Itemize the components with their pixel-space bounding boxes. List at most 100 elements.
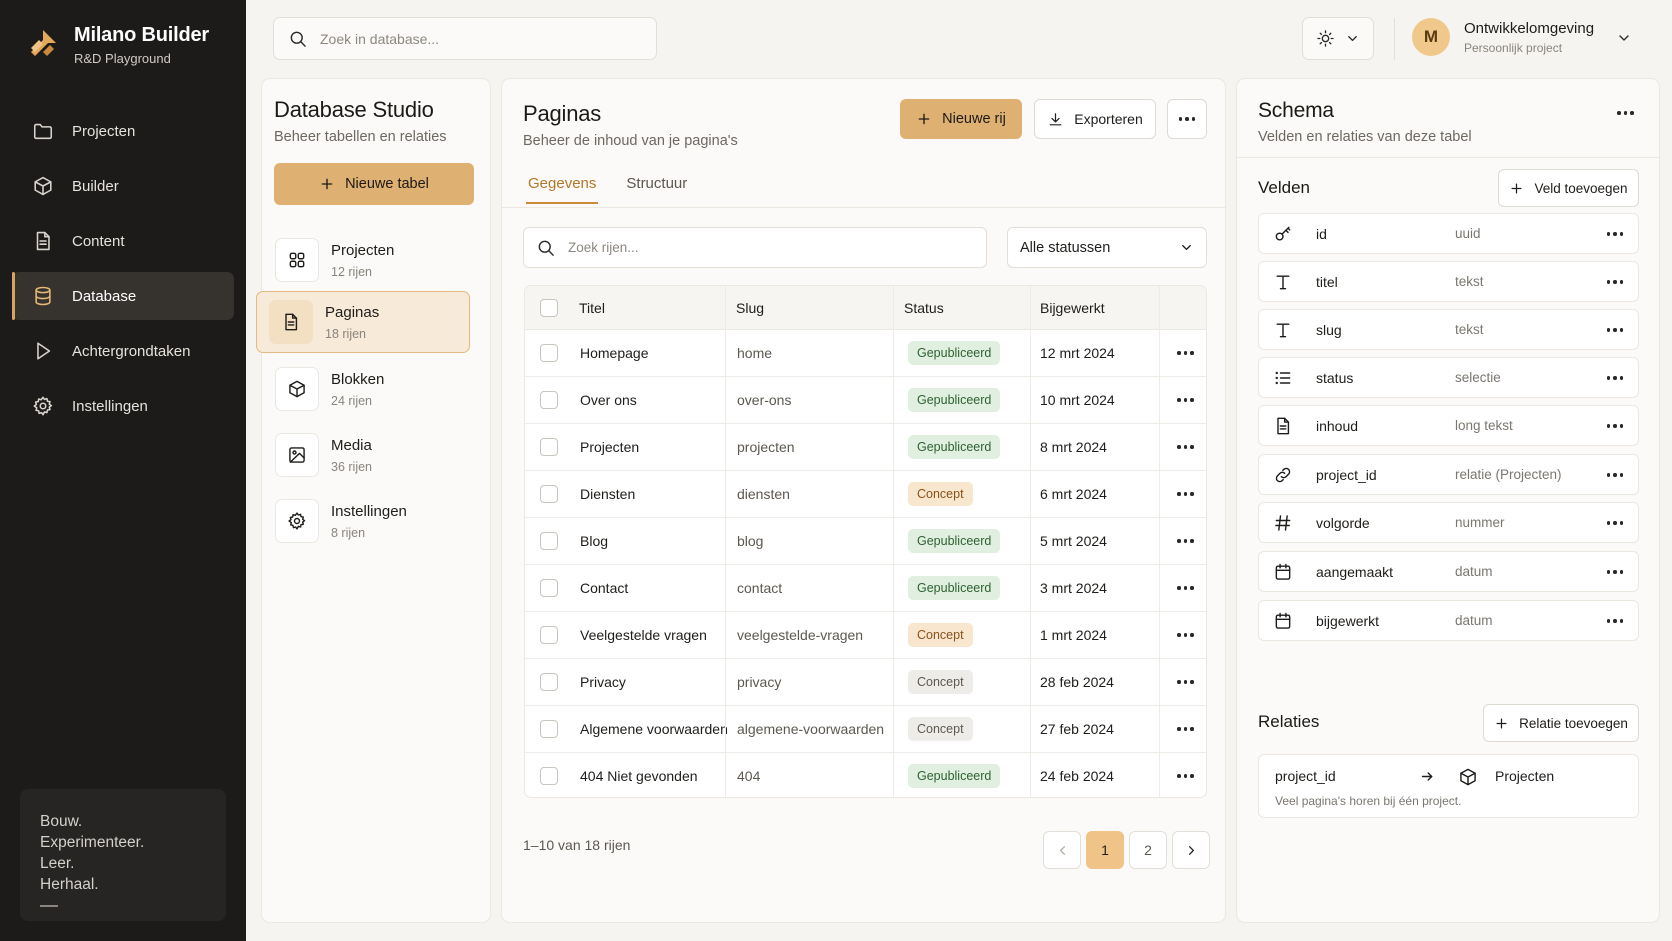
more-icon — [1606, 619, 1623, 623]
row-actions-button[interactable] — [1177, 612, 1194, 658]
table-icon-box — [275, 238, 319, 282]
table-row[interactable]: Diensten diensten Concept 6 mrt 2024 — [525, 471, 1206, 518]
nav-item-database[interactable]: Database — [12, 272, 234, 320]
table-item-instellingen[interactable]: Instellingen 8 rijen — [262, 490, 476, 552]
pagination-info: 1–10 van 18 rijen — [523, 837, 631, 853]
new-row-button[interactable]: Nieuwe rij — [900, 99, 1022, 139]
column-header-titel[interactable]: Titel — [579, 286, 605, 329]
add-relation-button[interactable]: Relatie toevoegen — [1483, 704, 1639, 742]
new-table-button[interactable]: Nieuwe tabel — [274, 163, 474, 205]
add-field-button[interactable]: Veld toevoegen — [1498, 169, 1639, 207]
row-actions-button[interactable] — [1177, 518, 1194, 564]
tab-structuur[interactable]: Structuur — [624, 175, 689, 204]
field-row-inhoud[interactable]: inhoud long tekst — [1258, 405, 1639, 446]
field-actions-button[interactable] — [1606, 376, 1623, 380]
plus-icon — [918, 113, 930, 125]
field-actions-button[interactable] — [1606, 328, 1623, 332]
row-checkbox[interactable] — [540, 391, 558, 409]
field-actions-button[interactable] — [1606, 232, 1623, 236]
data-table: Titel Slug Status Bijgewerkt Homepage hom… — [524, 285, 1207, 798]
nav-item-builder[interactable]: Builder — [12, 162, 234, 210]
table-row[interactable]: Over ons over-ons Gepubliceerd 10 mrt 2024 — [525, 377, 1206, 424]
row-actions-button[interactable] — [1177, 753, 1194, 797]
table-row[interactable]: Blog blog Gepubliceerd 5 mrt 2024 — [525, 518, 1206, 565]
chevron-down-icon[interactable] — [1616, 30, 1632, 46]
row-checkbox[interactable] — [540, 438, 558, 456]
row-checkbox[interactable] — [540, 626, 558, 644]
text-icon — [1276, 275, 1290, 290]
table-row[interactable]: Projecten projecten Gepubliceerd 8 mrt 2024 — [525, 424, 1206, 471]
export-button[interactable]: Exporteren — [1034, 99, 1156, 139]
more-icon — [1606, 570, 1623, 574]
row-actions-button[interactable] — [1177, 330, 1194, 376]
nav-item-content[interactable]: Content — [12, 217, 234, 265]
nav-label: Content — [72, 232, 125, 250]
row-checkbox[interactable] — [540, 673, 558, 691]
theme-toggle-button[interactable] — [1302, 17, 1374, 60]
field-row-status[interactable]: status selectie — [1258, 357, 1639, 398]
more-options-button[interactable] — [1167, 99, 1207, 139]
table-name: Instellingen — [331, 502, 407, 520]
nav-item-achtergrondtaken[interactable]: Achtergrondtaken — [12, 327, 234, 375]
row-actions-button[interactable] — [1177, 377, 1194, 423]
page-button-2[interactable]: 2 — [1129, 831, 1167, 869]
next-page-button[interactable] — [1172, 831, 1210, 869]
table-item-paginas[interactable]: Paginas 18 rijen — [256, 291, 470, 353]
row-checkbox[interactable] — [540, 532, 558, 550]
tab-gegevens[interactable]: Gegevens — [526, 175, 599, 204]
nav-item-projecten[interactable]: Projecten — [12, 107, 234, 155]
relation-card[interactable]: project_id Projecten Veel pagina's horen… — [1258, 754, 1639, 818]
table-item-media[interactable]: Media 36 rijen — [262, 424, 476, 486]
field-row-aangemaakt[interactable]: aangemaakt datum — [1258, 551, 1639, 592]
field-row-slug[interactable]: slug tekst — [1258, 309, 1639, 350]
row-actions-button[interactable] — [1177, 706, 1194, 752]
row-actions-button[interactable] — [1177, 471, 1194, 517]
field-row-volgorde[interactable]: volgorde nummer — [1258, 502, 1639, 543]
table-row[interactable]: 404 Niet gevonden 404 Gepubliceerd 24 feb 2… — [525, 753, 1206, 797]
row-checkbox[interactable] — [540, 720, 558, 738]
nav-item-instellingen[interactable]: Instellingen — [12, 382, 234, 430]
table-row[interactable]: Algemene voorwaarden algemene-voorwaarden… — [525, 706, 1206, 753]
table-item-blokken[interactable]: Blokken 24 rijen — [262, 358, 476, 420]
brand[interactable]: Milano Builder R&D Playground — [26, 24, 209, 66]
column-header-slug[interactable]: Slug — [736, 286, 764, 329]
row-search-input[interactable]: Zoek rijen... — [523, 227, 987, 268]
schema-more-button[interactable] — [1617, 111, 1634, 115]
field-actions-button[interactable] — [1606, 521, 1623, 525]
global-search-input[interactable]: Zoek in database... — [273, 17, 657, 60]
field-row-bijgewerkt[interactable]: bijgewerkt datum — [1258, 600, 1639, 641]
text-icon — [1276, 323, 1290, 338]
table-row[interactable]: Homepage home Gepubliceerd 12 mrt 2024 — [525, 330, 1206, 377]
row-actions-button[interactable] — [1177, 424, 1194, 470]
row-checkbox[interactable] — [540, 579, 558, 597]
field-actions-button[interactable] — [1606, 280, 1623, 284]
field-actions-button[interactable] — [1606, 473, 1623, 477]
row-actions-button[interactable] — [1177, 659, 1194, 705]
row-actions-button[interactable] — [1177, 565, 1194, 611]
field-row-project_id[interactable]: project_id relatie (Projecten) — [1258, 454, 1639, 495]
key-icon — [1275, 226, 1291, 241]
prev-page-button[interactable] — [1043, 831, 1081, 869]
table-row[interactable]: Contact contact Gepubliceerd 3 mrt 2024 — [525, 565, 1206, 612]
table-row[interactable]: Privacy privacy Concept 28 feb 2024 — [525, 659, 1206, 706]
table-row[interactable]: Veelgestelde vragen veelgestelde-vragen Co… — [525, 612, 1206, 659]
select-all-checkbox[interactable] — [540, 298, 558, 317]
row-checkbox[interactable] — [540, 767, 558, 785]
cell-updated: 1 mrt 2024 — [1040, 627, 1107, 643]
column-header-bijgewerkt[interactable]: Bijgewerkt — [1040, 286, 1105, 329]
field-actions-button[interactable] — [1606, 570, 1623, 574]
field-actions-button[interactable] — [1606, 619, 1623, 623]
table-item-projecten[interactable]: Projecten 12 rijen — [262, 229, 476, 291]
cell-title: Algemene voorwaarden — [580, 721, 728, 737]
user-menu[interactable]: M Ontwikkelomgeving Persoonlijk project — [1412, 18, 1594, 56]
row-checkbox[interactable] — [540, 485, 558, 503]
field-row-id[interactable]: id uuid — [1258, 213, 1639, 254]
export-label: Exporteren — [1074, 111, 1143, 127]
nav-label: Instellingen — [72, 397, 148, 415]
column-header-status[interactable]: Status — [904, 286, 944, 329]
row-checkbox[interactable] — [540, 344, 558, 362]
page-button-1[interactable]: 1 — [1086, 831, 1124, 869]
status-filter-select[interactable]: Alle statussen — [1007, 227, 1207, 268]
field-row-titel[interactable]: titel tekst — [1258, 261, 1639, 302]
field-actions-button[interactable] — [1606, 424, 1623, 428]
